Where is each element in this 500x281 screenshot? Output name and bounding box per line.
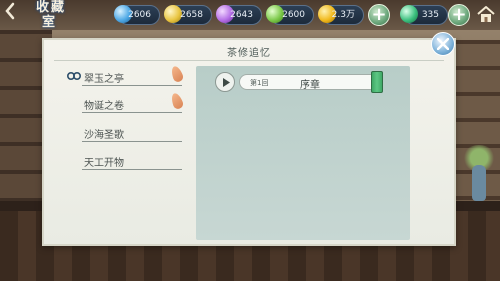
chapter-label: 物诞之卷 — [84, 101, 124, 112]
play-button[interactable] — [215, 72, 235, 92]
resource-value: 2658 — [180, 10, 203, 20]
episode-title: 序章 — [300, 80, 320, 91]
episode-bar[interactable]: 第1回 序章 — [239, 74, 379, 91]
collection-label-top: 收藏 — [36, 0, 67, 15]
title-divider — [54, 60, 444, 61]
chapter-underline — [82, 169, 182, 170]
resource-blue-gem: 2606 — [114, 5, 160, 25]
resource-green-gem: 2600 — [266, 5, 314, 25]
vase-decoration — [472, 165, 486, 201]
add-jade-button[interactable]: + — [448, 4, 470, 26]
chapter-item-desert-hymn[interactable]: 沙海圣歌 — [68, 124, 184, 142]
chapter-underline — [82, 141, 182, 142]
collection-room-label: 收藏 室 — [22, 0, 78, 32]
resource-purple-gem: 2643 — [216, 5, 262, 25]
close-button[interactable] — [431, 32, 455, 56]
chapter-underline — [82, 112, 182, 113]
resource-gold-coin: 2.3万 — [318, 5, 364, 25]
leaf-icon — [169, 91, 185, 111]
episode-item[interactable]: 第1回 序章 — [215, 71, 395, 93]
back-button[interactable] — [4, 2, 20, 22]
add-currency-button[interactable]: + — [368, 4, 390, 26]
resource-value: 2606 — [128, 10, 151, 20]
chapter-underline — [82, 85, 182, 86]
resource-value: 2.3万 — [331, 10, 355, 20]
chapter-item-heavenly-craft[interactable]: 天工开物 — [68, 152, 184, 170]
close-icon — [436, 37, 450, 51]
resource-yellow-gem: 2658 — [164, 5, 212, 25]
leaf-icon — [169, 64, 185, 84]
chapter-item-birth-scroll[interactable]: 物诞之卷 — [68, 91, 185, 113]
home-icon — [477, 6, 495, 22]
resource-value: 2643 — [230, 10, 253, 20]
panel-title: 茶修追忆 — [227, 48, 271, 59]
home-button[interactable] — [476, 4, 496, 24]
resource-value: 335 — [421, 10, 439, 20]
chapter-item-jade-pavilion[interactable]: 翠玉之亭 — [67, 64, 185, 86]
chapter-label: 沙海圣歌 — [84, 130, 124, 141]
chapter-label: 天工开物 — [84, 158, 124, 169]
chapter-label: 翠玉之亭 — [84, 74, 124, 85]
collection-label-bottom: 室 — [42, 15, 58, 30]
jade-gem-icon — [400, 5, 418, 23]
play-icon — [223, 78, 230, 87]
green-bookmark-icon — [371, 71, 383, 93]
episode-number: 第1回 — [250, 79, 269, 87]
resource-value: 2600 — [282, 10, 305, 20]
selected-marker-icon — [67, 72, 81, 80]
back-arrow-icon — [5, 2, 15, 20]
resource-jade-gem: 335 — [400, 5, 448, 25]
